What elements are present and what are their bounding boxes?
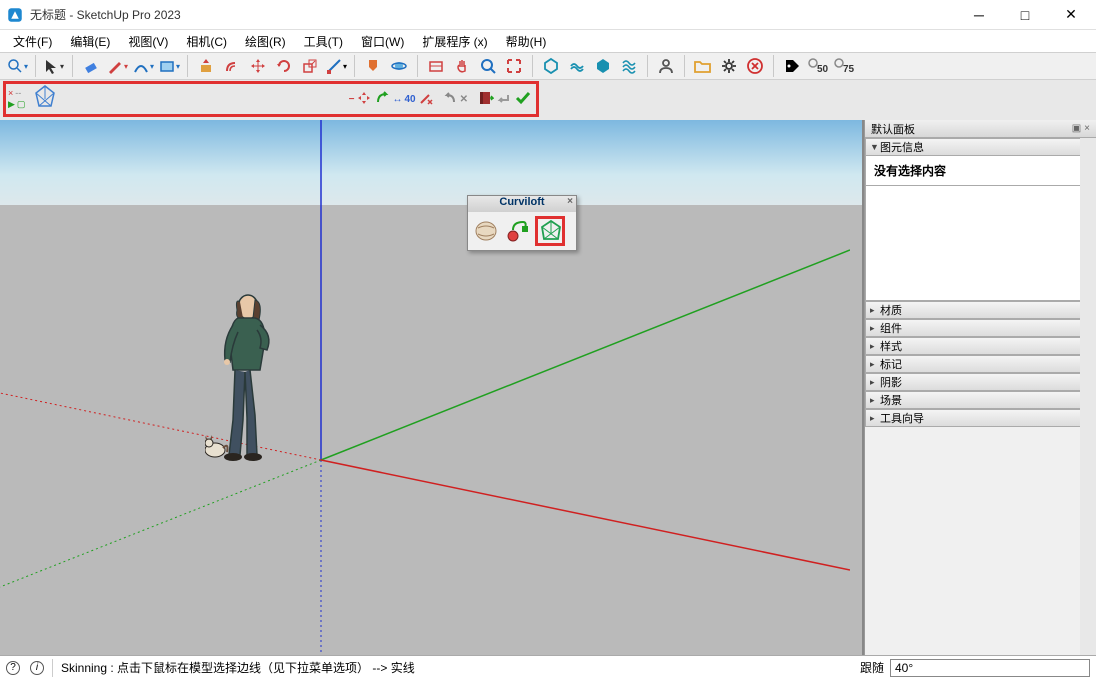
follow-label: 跟随	[860, 659, 884, 676]
window-title: 无标题 - SketchUp Pro 2023	[30, 6, 181, 23]
zoom-icon[interactable]	[477, 55, 499, 77]
close-x-icon[interactable]	[744, 55, 766, 77]
tapemeasure-icon[interactable]: ▾	[325, 55, 347, 77]
section-shadows[interactable]: ▸阴影×	[865, 373, 1096, 391]
pushpull-icon[interactable]	[195, 55, 217, 77]
main-toolbar: ▾ ▾ ▾ ▾ ▾ ▾ 50 75	[0, 52, 1096, 80]
eraser-icon[interactable]	[80, 55, 102, 77]
tray-close-icon[interactable]: ×	[1084, 123, 1090, 134]
green-arrow-icon[interactable]	[374, 90, 390, 109]
search-icon[interactable]: ▾	[6, 55, 28, 77]
curviloft-toolbar[interactable]: Curviloft×	[467, 195, 577, 251]
info-icon[interactable]: i	[30, 661, 44, 675]
statusbar: ? i Skinning : 点击下鼠标在模型选择边线（见下拉菜单选项） -->…	[0, 655, 1096, 679]
status-text: Skinning : 点击下鼠标在模型选择边线（见下拉菜单选项） --> 实线	[61, 659, 415, 676]
return-icon[interactable]	[496, 90, 512, 109]
section-styles[interactable]: ▸样式×	[865, 337, 1096, 355]
offset-icon[interactable]	[221, 55, 243, 77]
select-tool-icon[interactable]: ▾	[43, 55, 65, 77]
scale-figure	[205, 290, 295, 475]
orbit-icon[interactable]	[388, 55, 410, 77]
x-icon[interactable]: ✕	[460, 94, 468, 105]
user-icon[interactable]	[655, 55, 677, 77]
menu-tools[interactable]: 工具(T)	[299, 31, 348, 52]
pencil-x-icon[interactable]	[418, 90, 434, 109]
measurement-input[interactable]	[890, 659, 1090, 677]
minus-icon[interactable]: −	[349, 94, 355, 105]
close-button[interactable]: ✕	[1048, 0, 1094, 30]
menu-file[interactable]: 文件(F)	[8, 31, 57, 52]
section-instructor[interactable]: ▸工具向导×	[865, 409, 1096, 427]
ext2-icon[interactable]	[566, 55, 588, 77]
svg-text:75: 75	[843, 64, 855, 75]
curviloft-loft-button[interactable]	[471, 216, 501, 246]
viewport-3d[interactable]: Curviloft×	[0, 120, 864, 655]
section-scenes[interactable]: ▸场景×	[865, 391, 1096, 409]
tray-header[interactable]: 默认面板 ▣×	[865, 120, 1096, 138]
pan-icon[interactable]	[451, 55, 473, 77]
move-icon[interactable]	[247, 55, 269, 77]
zoomextents-icon[interactable]	[503, 55, 525, 77]
titlebar: 无标题 - SketchUp Pro 2023 ─ □ ✕	[0, 0, 1096, 30]
seventyfive-icon[interactable]: 75	[833, 55, 855, 77]
entity-info-body: 没有选择内容	[865, 156, 1096, 186]
book-icon[interactable]	[476, 89, 494, 110]
polygon-icon[interactable]	[33, 83, 57, 116]
menu-camera[interactable]: 相机(C)	[181, 31, 232, 52]
tray-scrollbar[interactable]	[1080, 138, 1096, 655]
menu-view[interactable]: 视图(V)	[123, 31, 173, 52]
arc-icon[interactable]: ▾	[132, 55, 154, 77]
section-components[interactable]: ▸组件×	[865, 319, 1096, 337]
ext4-icon[interactable]	[618, 55, 640, 77]
curviloft-close-icon[interactable]: ×	[567, 196, 573, 207]
section-materials[interactable]: ▸材质×	[865, 301, 1096, 319]
curviloft-title[interactable]: Curviloft×	[468, 196, 576, 212]
fifty-icon[interactable]: 50	[807, 55, 829, 77]
default-tray: 默认面板 ▣× ▼图元信息× 没有选择内容 ▸材质× ▸组件× ▸样式× ▸标记…	[864, 120, 1096, 655]
paint-icon[interactable]	[362, 55, 384, 77]
menubar: 文件(F) 编辑(E) 视图(V) 相机(C) 绘图(R) 工具(T) 窗口(W…	[0, 30, 1096, 52]
ext3-icon[interactable]	[592, 55, 614, 77]
menu-draw[interactable]: 绘图(R)	[240, 31, 291, 52]
curviloft-path-button[interactable]	[503, 216, 533, 246]
check-icon[interactable]	[514, 89, 532, 110]
menu-window[interactable]: 窗口(W)	[356, 31, 409, 52]
scale-icon[interactable]	[299, 55, 321, 77]
curviloft-skin-button[interactable]	[535, 216, 565, 246]
highlighted-toolbar-region: ×-- ▶▢ − ↔40 ✕	[3, 81, 539, 117]
svg-text:50: 50	[817, 64, 829, 75]
maximize-button[interactable]: □	[1002, 0, 1048, 30]
minimize-button[interactable]: ─	[956, 0, 1002, 30]
undo-icon[interactable]	[442, 90, 458, 109]
sectionplane-icon[interactable]	[425, 55, 447, 77]
gear-icon[interactable]	[718, 55, 740, 77]
move-small-icon[interactable]	[356, 90, 372, 109]
app-logo-icon	[6, 6, 24, 24]
menu-help[interactable]: 帮助(H)	[501, 31, 552, 52]
tag-icon[interactable]	[781, 55, 803, 77]
ext1-icon[interactable]	[540, 55, 562, 77]
pencil-icon[interactable]: ▾	[106, 55, 128, 77]
menu-edit[interactable]: 编辑(E)	[65, 31, 115, 52]
folder-icon[interactable]	[692, 55, 714, 77]
secondary-toolbar: ×-- ▶▢ − ↔40 ✕	[0, 80, 1096, 120]
rotate-icon[interactable]	[273, 55, 295, 77]
section-tags[interactable]: ▸标记×	[865, 355, 1096, 373]
section-entity-info[interactable]: ▼图元信息×	[865, 138, 1096, 156]
count-value: 40	[404, 94, 415, 105]
tray-pin-icon[interactable]: ▣	[1072, 123, 1081, 134]
help-icon[interactable]: ?	[6, 661, 20, 675]
menu-extensions[interactable]: 扩展程序 (x)	[417, 31, 492, 52]
rectangle-icon[interactable]: ▾	[158, 55, 180, 77]
